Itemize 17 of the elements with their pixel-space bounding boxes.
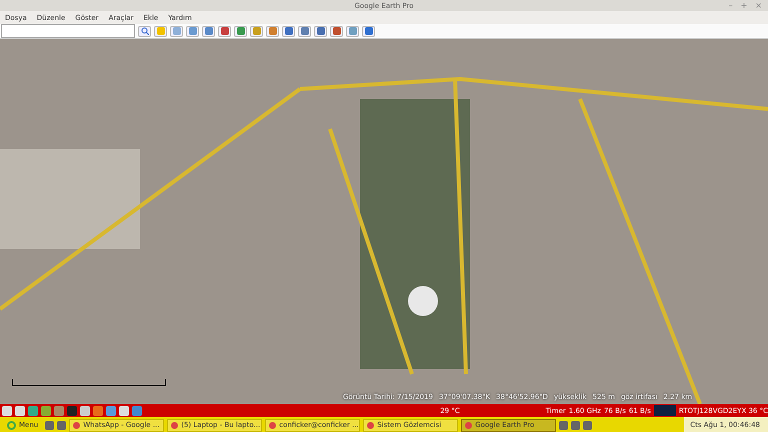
toolbar-button[interactable] [282,26,295,36]
toolbar-button[interactable] [202,26,215,36]
toolbar-button[interactable] [218,26,231,36]
toolbar-button[interactable] [314,26,327,36]
toolbar-button[interactable] [266,26,279,36]
toolbar-button[interactable] [362,26,375,36]
toolbar-button[interactable] [298,26,311,36]
search-button[interactable] [138,26,151,36]
toolbar-button[interactable] [234,26,247,36]
toolbar-button[interactable] [186,26,199,36]
toolbar-button[interactable] [170,26,183,36]
toolbar-button[interactable] [250,26,263,36]
toolbar-button[interactable] [346,26,359,36]
search-icon [140,27,148,35]
network-graph [654,405,676,416]
search-field[interactable] [1,24,135,38]
toolbar-button[interactable] [330,26,343,36]
